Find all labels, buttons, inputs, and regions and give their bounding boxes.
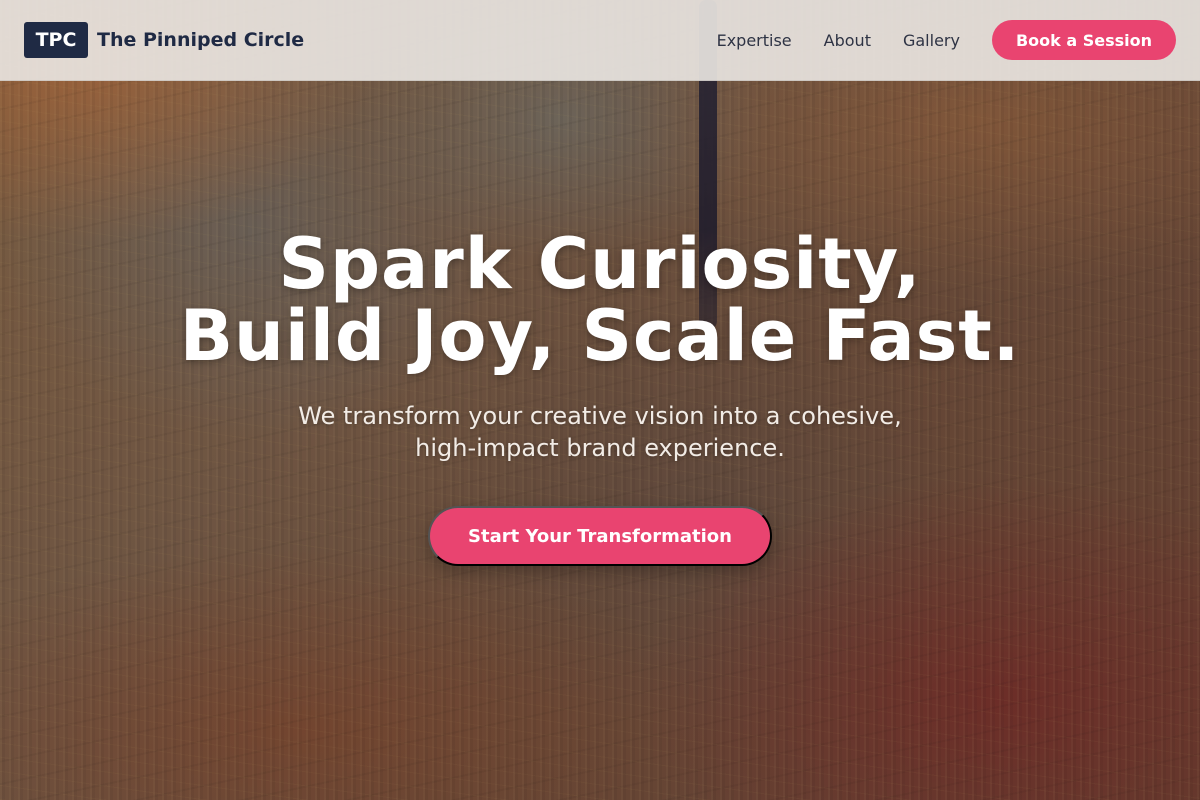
start-transformation-button[interactable]: Start Your Transformation — [428, 506, 772, 566]
landing-page: TPC The Pinniped Circle Expertise About … — [0, 0, 1200, 800]
hero-title-line-2: Build Joy, Scale Fast. — [179, 295, 1021, 377]
nav-link-expertise[interactable]: Expertise — [717, 31, 792, 50]
brand-name[interactable]: The Pinniped Circle — [97, 29, 304, 51]
hero-title-line-1: Spark Curiosity, — [278, 223, 922, 305]
hero-subtitle-line-2: high-impact brand experience. — [415, 434, 785, 462]
site-header: TPC The Pinniped Circle Expertise About … — [0, 0, 1200, 81]
book-session-button[interactable]: Book a Session — [991, 20, 1176, 60]
nav-link-gallery[interactable]: Gallery — [903, 31, 960, 50]
brand-logo[interactable]: TPC — [24, 22, 88, 58]
hero-title: Spark Curiosity, Build Joy, Scale Fast. — [0, 228, 1200, 372]
hero-subtitle-line-1: We transform your creative vision into a… — [298, 402, 902, 430]
hero-section: Spark Curiosity, Build Joy, Scale Fast. … — [0, 228, 1200, 566]
main-nav: Expertise About Gallery Book a Session — [717, 20, 1176, 60]
brand[interactable]: TPC The Pinniped Circle — [24, 22, 304, 58]
hero-subtitle: We transform your creative vision into a… — [0, 400, 1200, 464]
nav-link-about[interactable]: About — [824, 31, 871, 50]
